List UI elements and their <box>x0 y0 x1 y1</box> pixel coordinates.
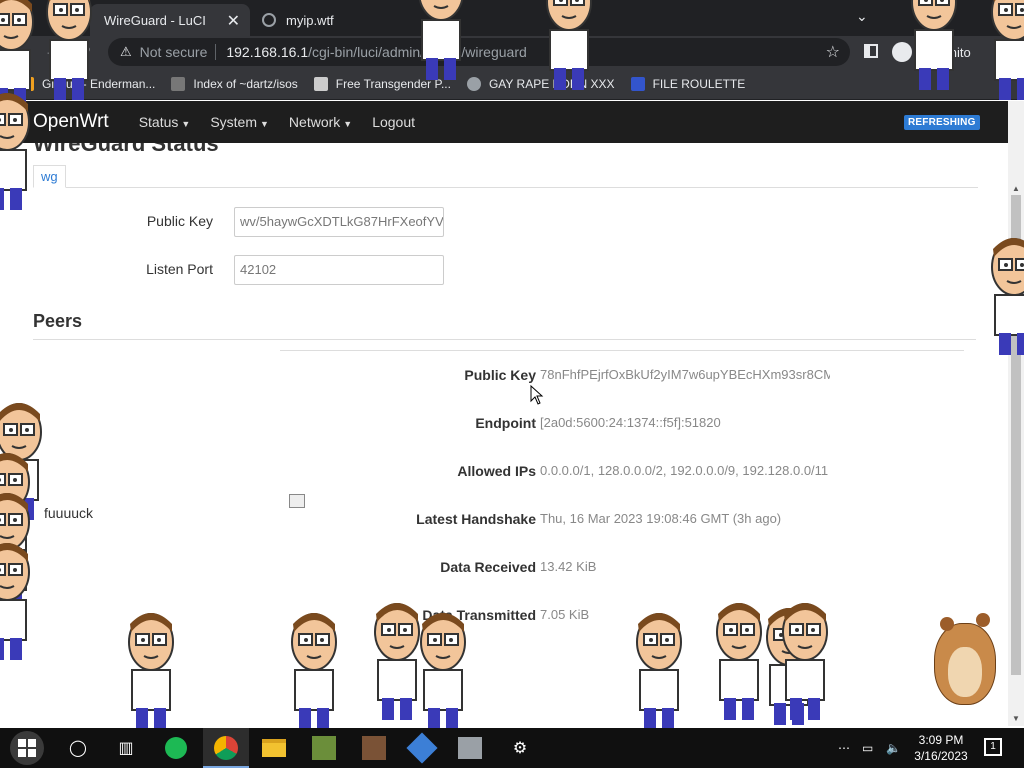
hamster-ear <box>976 613 990 627</box>
game-icon[interactable] <box>360 734 388 762</box>
cartoon-hank <box>128 612 174 728</box>
cartoon-hank <box>0 542 30 661</box>
cartoon-hank <box>991 237 1024 356</box>
cartoon-overlay <box>0 0 1024 728</box>
installer-icon[interactable] <box>456 734 484 762</box>
cartoon-hank <box>46 0 92 101</box>
cartoon-hank <box>418 0 464 81</box>
tray-overflow-icon[interactable]: ⋯ <box>838 728 850 768</box>
cartoon-hank <box>291 612 337 728</box>
volume-icon[interactable]: 🔈 <box>886 728 901 768</box>
file-explorer-icon[interactable] <box>260 734 288 762</box>
clock-time: 3:09 PM <box>918 733 964 747</box>
windows-taskbar: ◯ ▥ ⚙ ⋯ ▭ 🔈 3:09 PM 3/16/2023 1 <box>0 728 1024 768</box>
cartoon-hank <box>0 92 30 211</box>
windows-logo-icon <box>18 739 36 757</box>
minecraft-icon[interactable] <box>310 734 338 762</box>
spotify-icon[interactable] <box>162 734 190 762</box>
system-clock[interactable]: 3:09 PM 3/16/2023 <box>910 732 972 764</box>
task-view-icon[interactable]: ▥ <box>112 734 140 762</box>
search-circle-icon[interactable]: ◯ <box>64 734 92 762</box>
chrome-icon[interactable] <box>212 734 240 762</box>
cartoon-hank <box>546 0 592 91</box>
start-button[interactable] <box>10 731 44 765</box>
screen: WireGuard - LuCI ✕ myip.wtf ⌄ → ↻ ⚠ Not … <box>0 0 1024 768</box>
cartoon-hank <box>374 602 420 721</box>
app-icon[interactable] <box>406 732 438 764</box>
hamster-belly <box>948 647 982 697</box>
cartoon-hank <box>991 0 1024 101</box>
clock-date: 3/16/2023 <box>914 749 968 763</box>
hamster-image <box>920 605 1006 709</box>
cartoon-hank <box>716 602 762 721</box>
cartoon-hank <box>420 612 466 728</box>
hamster-ear <box>940 617 954 631</box>
settings-icon[interactable]: ⚙ <box>506 734 534 762</box>
notification-center-icon[interactable]: 1 <box>984 738 1002 756</box>
cartoon-hank <box>636 612 682 728</box>
cartoon-hank <box>911 0 957 91</box>
network-icon[interactable]: ▭ <box>862 728 873 768</box>
